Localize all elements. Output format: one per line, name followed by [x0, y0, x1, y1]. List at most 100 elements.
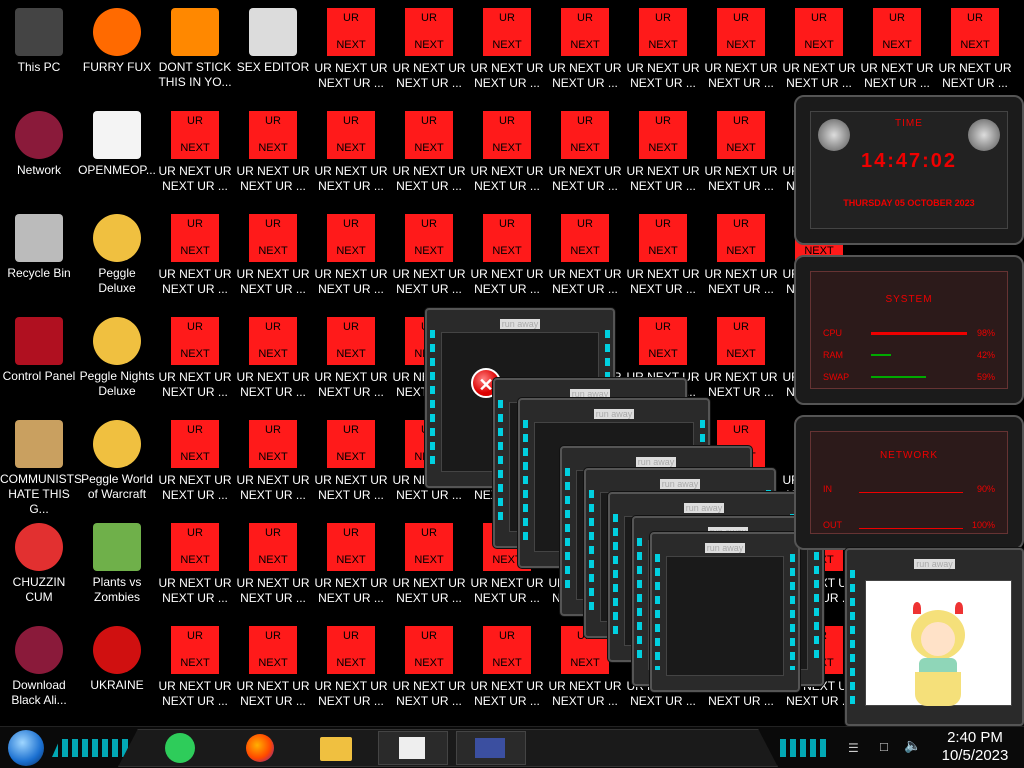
ur-next-icon[interactable]: UR NEXT UR NEXT UR NEXT UR ... — [546, 103, 624, 203]
desktop-icon-label: UR NEXT UR NEXT UR ... — [470, 164, 544, 193]
popup-window-front[interactable]: run away — [845, 548, 1024, 726]
red-square-icon: UR NEXT — [717, 214, 765, 262]
ur-next-icon[interactable]: UR NEXT UR NEXT UR NEXT UR ... — [468, 103, 546, 203]
ur-next-icon[interactable]: UR NEXT UR NEXT UR NEXT UR ... — [546, 0, 624, 100]
desktop-icon-label: UR NEXT UR NEXT UR ... — [470, 576, 544, 605]
start-button[interactable] — [8, 730, 44, 766]
ur-next-icon[interactable]: UR NEXT UR NEXT UR NEXT UR ... — [702, 309, 780, 409]
ur-next-icon[interactable]: UR NEXT UR NEXT UR NEXT UR ... — [936, 0, 1014, 100]
red-icon-top-text: UR — [187, 115, 203, 127]
red-icon-bottom-text: NEXT — [180, 142, 210, 154]
network-tray-icon[interactable]: □ — [880, 739, 896, 755]
desktop-icon-this-pc[interactable]: This PC — [0, 0, 78, 100]
popup-title-text: run away — [704, 543, 746, 553]
desktop-icon-network[interactable]: Network — [0, 103, 78, 203]
ur-next-icon[interactable]: UR NEXT UR NEXT UR NEXT UR ... — [702, 103, 780, 203]
ur-next-icon[interactable]: UR NEXT UR NEXT UR NEXT UR ... — [312, 412, 390, 512]
ur-next-icon[interactable]: UR NEXT UR NEXT UR NEXT UR ... — [234, 309, 312, 409]
volume-icon[interactable]: 🔈 — [904, 737, 922, 755]
ur-next-icon[interactable]: UR NEXT UR NEXT UR NEXT UR ... — [312, 618, 390, 718]
ur-next-icon[interactable]: UR NEXT UR NEXT UR NEXT UR ... — [234, 103, 312, 203]
red-icon-top-text: UR — [421, 12, 437, 24]
ur-next-icon[interactable]: UR NEXT UR NEXT UR NEXT UR ... — [390, 618, 468, 718]
ur-next-icon[interactable]: UR NEXT UR NEXT UR NEXT UR ... — [156, 515, 234, 615]
cyan-light-right — [814, 538, 819, 664]
ur-next-icon[interactable]: UR NEXT UR NEXT UR NEXT UR ... — [312, 0, 390, 100]
ur-next-icon[interactable]: UR NEXT UR NEXT UR NEXT UR ... — [156, 206, 234, 306]
ur-next-icon[interactable]: UR NEXT UR NEXT UR NEXT UR ... — [390, 206, 468, 306]
ur-next-icon[interactable]: UR NEXT UR NEXT UR NEXT UR ... — [702, 206, 780, 306]
ur-next-icon[interactable]: UR NEXT UR NEXT UR NEXT UR ... — [156, 412, 234, 512]
ur-next-icon[interactable]: UR NEXT UR NEXT UR NEXT UR ... — [624, 206, 702, 306]
red-square-icon: UR NEXT — [561, 214, 609, 262]
desktop-icon-control-panel[interactable]: Control Panel — [0, 309, 78, 409]
desktop-icon-document[interactable]: OPENMEOP... — [78, 103, 156, 203]
ur-next-icon[interactable]: UR NEXT UR NEXT UR NEXT UR ... — [312, 206, 390, 306]
ur-next-icon[interactable]: UR NEXT UR NEXT UR NEXT UR ... — [780, 0, 858, 100]
ur-next-icon[interactable]: UR NEXT UR NEXT UR NEXT UR ... — [312, 103, 390, 203]
taskbar-app-notes[interactable] — [163, 731, 195, 765]
ur-next-icon[interactable]: UR NEXT UR NEXT UR NEXT UR ... — [234, 412, 312, 512]
taskbar-app-window-2[interactable] — [456, 731, 526, 765]
desktop-icon-alien[interactable]: Download Black Ali... — [0, 618, 78, 718]
popup-title-text: run away — [593, 409, 635, 419]
ur-next-icon[interactable]: UR NEXT UR NEXT UR NEXT UR ... — [624, 103, 702, 203]
firefox-icon — [246, 734, 274, 762]
desktop-icon-radiation[interactable]: UKRAINE — [78, 618, 156, 718]
red-square-icon: UR NEXT — [717, 111, 765, 159]
desktop-icon-hxd[interactable]: SEX EDITOR — [234, 0, 312, 100]
ur-next-icon[interactable]: UR NEXT UR NEXT UR NEXT UR ... — [234, 515, 312, 615]
desktop-icon-peggle[interactable]: Peggle Deluxe — [78, 206, 156, 306]
red-square-icon: UR NEXT — [639, 214, 687, 262]
red-square-icon: UR NEXT — [171, 420, 219, 468]
desktop-icon-peggle[interactable]: Peggle World of Warcraft — [78, 412, 156, 512]
desktop-icon-peggle[interactable]: Peggle Nights Deluxe — [78, 309, 156, 409]
desktop-icon-vlc[interactable]: DONT STICK THIS IN YO... — [156, 0, 234, 100]
red-icon-bottom-text: NEXT — [336, 142, 366, 154]
popup-window[interactable]: run away — [650, 532, 800, 692]
desktop-icon-chuzzle[interactable]: CHUZZIN CUM — [0, 515, 78, 615]
red-icon-top-text: UR — [343, 12, 359, 24]
desktop-icon-label: UR NEXT UR NEXT UR ... — [314, 267, 388, 296]
ur-next-icon[interactable]: UR NEXT UR NEXT UR NEXT UR ... — [312, 309, 390, 409]
ur-next-icon[interactable]: UR NEXT UR NEXT UR NEXT UR ... — [234, 206, 312, 306]
red-icon-bottom-text: NEXT — [180, 554, 210, 566]
recycle-bin-icon — [15, 214, 63, 262]
ur-next-icon[interactable]: UR NEXT UR NEXT UR NEXT UR ... — [468, 618, 546, 718]
ur-next-icon[interactable]: UR NEXT UR NEXT UR NEXT UR ... — [858, 0, 936, 100]
ur-next-icon[interactable]: UR NEXT UR NEXT UR NEXT UR ... — [546, 206, 624, 306]
ur-next-icon[interactable]: UR NEXT UR NEXT UR NEXT UR ... — [156, 103, 234, 203]
show-hidden-icons[interactable]: ☰ — [848, 741, 864, 755]
taskbar-app-firefox[interactable] — [243, 731, 275, 765]
red-icon-top-text: UR — [811, 12, 827, 24]
hxd-icon — [249, 8, 297, 56]
clock[interactable]: 2:40 PM 10/5/2023 — [930, 729, 1020, 765]
desktop-icon-label: UR NEXT UR NEXT UR ... — [158, 164, 232, 193]
desktop-icon-label: Plants vs Zombies — [92, 575, 142, 604]
desktop-icon-label: SEX EDITOR — [236, 60, 310, 74]
ur-next-icon[interactable]: UR NEXT UR NEXT UR NEXT UR ... — [390, 103, 468, 203]
taskbar-decor-right — [780, 739, 828, 757]
desktop-icon-label: UR NEXT UR NEXT UR ... — [548, 164, 622, 193]
ur-next-icon[interactable]: UR NEXT UR NEXT UR NEXT UR ... — [468, 0, 546, 100]
desktop-icon-firefox[interactable]: FURRY FUX — [78, 0, 156, 100]
desktop-icon-money-bag[interactable]: COMMUNISTS HATE THIS G... — [0, 412, 82, 516]
desktop-icon-label: UR NEXT UR NEXT UR ... — [470, 267, 544, 296]
red-icon-bottom-text: NEXT — [570, 142, 600, 154]
taskbar-app-window-1[interactable] — [378, 731, 448, 765]
ur-next-icon[interactable]: UR NEXT UR NEXT UR NEXT UR ... — [234, 618, 312, 718]
ur-next-icon[interactable]: UR NEXT UR NEXT UR NEXT UR ... — [702, 0, 780, 100]
desktop-icon-recycle-bin[interactable]: Recycle Bin — [0, 206, 78, 306]
ur-next-icon[interactable]: UR NEXT UR NEXT UR NEXT UR ... — [156, 618, 234, 718]
ur-next-icon[interactable]: UR NEXT UR NEXT UR NEXT UR ... — [468, 206, 546, 306]
desktop-icon-plants-vs-zombies[interactable]: Plants vs Zombies — [78, 515, 156, 615]
taskbar-app-explorer[interactable] — [318, 731, 354, 765]
ur-next-icon[interactable]: UR NEXT UR NEXT UR NEXT UR ... — [390, 515, 468, 615]
ur-next-icon[interactable]: UR NEXT UR NEXT UR NEXT UR ... — [156, 309, 234, 409]
alien-icon — [968, 119, 1000, 151]
ur-next-icon[interactable]: UR NEXT UR NEXT UR NEXT UR ... — [390, 0, 468, 100]
ur-next-icon[interactable]: UR NEXT UR NEXT UR NEXT UR ... — [312, 515, 390, 615]
red-square-icon: UR NEXT — [171, 214, 219, 262]
red-icon-top-text: UR — [343, 218, 359, 230]
ur-next-icon[interactable]: UR NEXT UR NEXT UR NEXT UR ... — [624, 0, 702, 100]
